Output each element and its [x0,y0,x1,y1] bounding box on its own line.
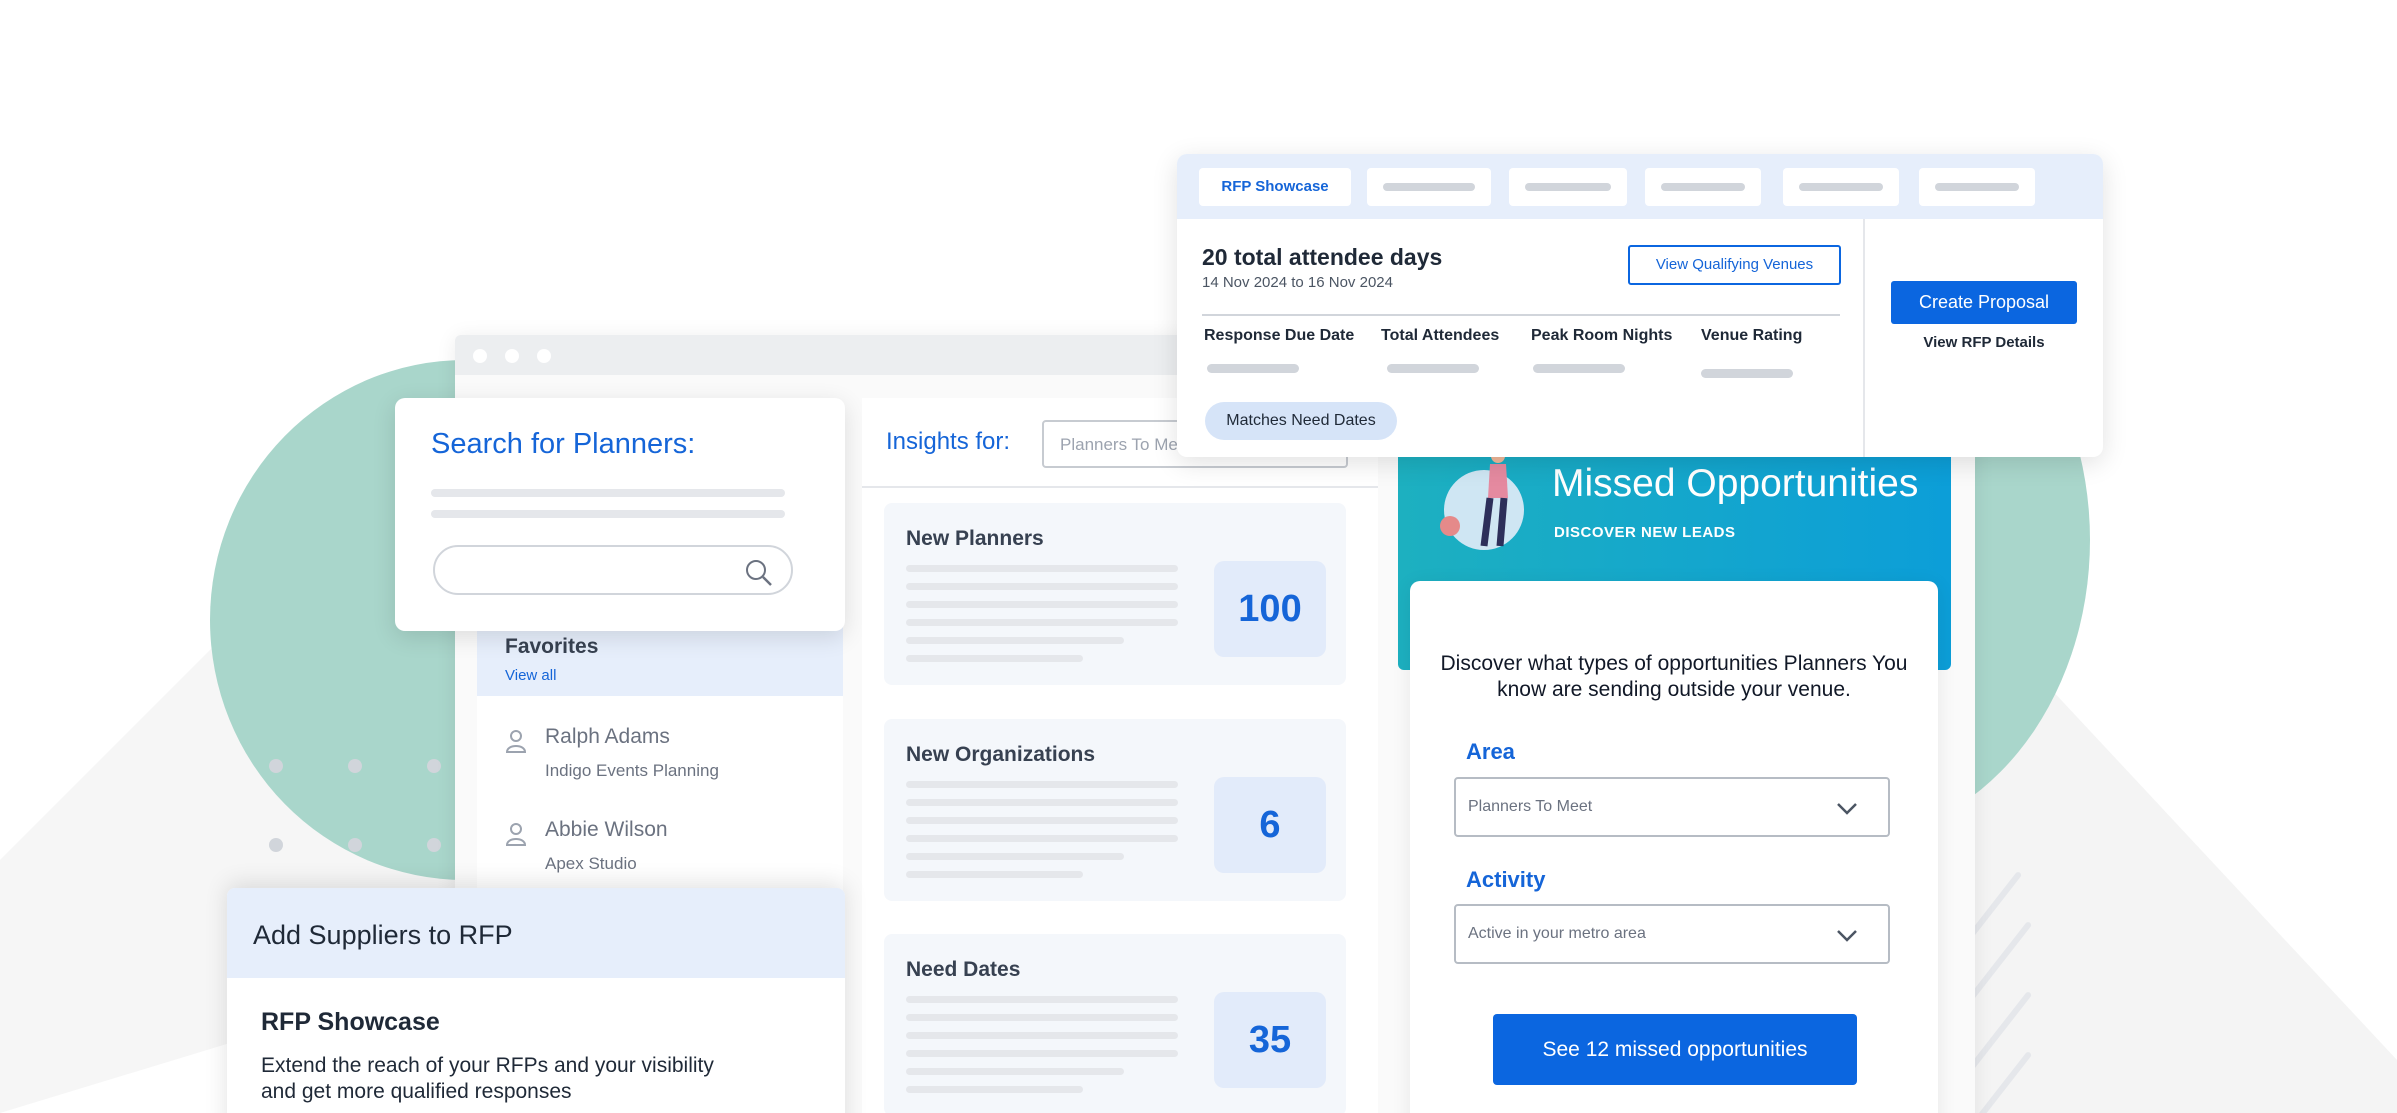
planner-organization: Apex Studio [545,854,637,873]
add-suppliers-title: Add Suppliers to RFP [253,920,513,950]
add-suppliers-card: Add Suppliers to RFP RFP Showcase Extend… [227,888,845,1113]
area-select[interactable]: Planners To Meet [1454,777,1890,837]
tab-placeholder[interactable] [1783,168,1899,206]
missed-description: Discover what types of opportunities Pla… [1440,652,1908,701]
window-dot [505,349,519,363]
insights-panel: Insights for: Planners To Meet New Plann… [862,398,1378,1113]
column-total-attendees: Total Attendees [1381,327,1500,344]
metric-label: New Planners [906,527,1044,550]
planner-organization: Indigo Events Planning [545,761,719,780]
divider [862,486,1378,488]
search-icon[interactable] [743,557,773,587]
metric-label: Need Dates [906,958,1021,981]
metric-card-new-planners[interactable]: New Planners 100 [884,503,1346,685]
area-value: Planners To Meet [1468,798,1593,815]
metric-card-need-dates[interactable]: Need Dates 35 [884,934,1346,1113]
matches-need-dates-badge: Matches Need Dates [1205,402,1397,440]
window-dot [473,349,487,363]
create-proposal-button[interactable]: Create Proposal [1891,281,2077,324]
tab-placeholder[interactable] [1919,168,2035,206]
insights-title: Insights for: [886,428,1011,455]
rfp-showcase-description: Extend the reach of your RFPs and your v… [261,1054,714,1103]
search-input[interactable] [433,545,793,595]
missed-subtitle: DISCOVER NEW LEADS [1554,524,1736,541]
vertical-divider [1863,219,1865,457]
column-venue-rating: Venue Rating [1701,327,1803,344]
rfp-title: 20 total attendee days [1202,244,1443,270]
person-icon [505,823,527,846]
view-qualifying-venues-button[interactable]: View Qualifying Venues [1628,245,1841,285]
area-label: Area [1466,739,1515,764]
add-suppliers-header: Add Suppliers to RFP [227,888,845,978]
tab-placeholder[interactable] [1367,168,1491,206]
activity-label: Activity [1466,867,1546,892]
chevron-down-icon [1837,803,1857,815]
placeholder-lines [906,996,1178,1104]
rfp-dates: 14 Nov 2024 to 16 Nov 2024 [1202,274,1393,291]
chevron-down-icon [1837,930,1857,942]
rfp-showcase-heading: RFP Showcase [261,1008,440,1036]
person-icon [505,730,527,753]
planner-name: Ralph Adams [545,725,670,748]
metric-value: 35 [1214,992,1326,1088]
tab-placeholder[interactable] [1645,168,1761,206]
see-missed-opportunities-button[interactable]: See 12 missed opportunities [1493,1014,1857,1085]
planner-name: Abbie Wilson [545,818,668,841]
placeholder-lines [906,781,1178,889]
activity-value: Active in your metro area [1468,925,1646,942]
metric-value: 100 [1214,561,1326,657]
placeholder-line [431,510,785,518]
missed-title: Missed Opportunities [1552,462,1919,505]
favorites-title: Favorites [505,635,599,658]
activity-select[interactable]: Active in your metro area [1454,904,1890,964]
rfp-details-card: RFP Showcase 20 total attendee days 14 N… [1177,154,2103,457]
search-planners-card: Search for Planners: [395,398,845,631]
column-peak-room-nights: Peak Room Nights [1531,327,1673,344]
metric-card-new-organizations[interactable]: New Organizations 6 [884,719,1346,901]
placeholder-lines [906,565,1178,673]
placeholder-line [431,489,785,497]
metric-value: 6 [1214,777,1326,873]
view-all-link[interactable]: View all [505,667,556,684]
person-illustration-icon [1440,449,1524,550]
rfp-tabbar: RFP Showcase [1177,154,2103,219]
window-dot [537,349,551,363]
column-response-due-date: Response Due Date [1204,327,1355,344]
placeholder-value [1533,364,1625,373]
search-title: Search for Planners: [431,428,696,460]
placeholder-value [1701,369,1793,378]
view-rfp-details-link[interactable]: View RFP Details [1891,334,2077,351]
placeholder-value [1387,364,1479,373]
divider [1202,314,1840,316]
placeholder-value [1207,364,1299,373]
missed-opportunities-card: Discover what types of opportunities Pla… [1410,581,1938,1113]
tab-rfp-showcase[interactable]: RFP Showcase [1199,168,1351,206]
metric-label: New Organizations [906,743,1096,766]
tab-placeholder[interactable] [1509,168,1627,206]
